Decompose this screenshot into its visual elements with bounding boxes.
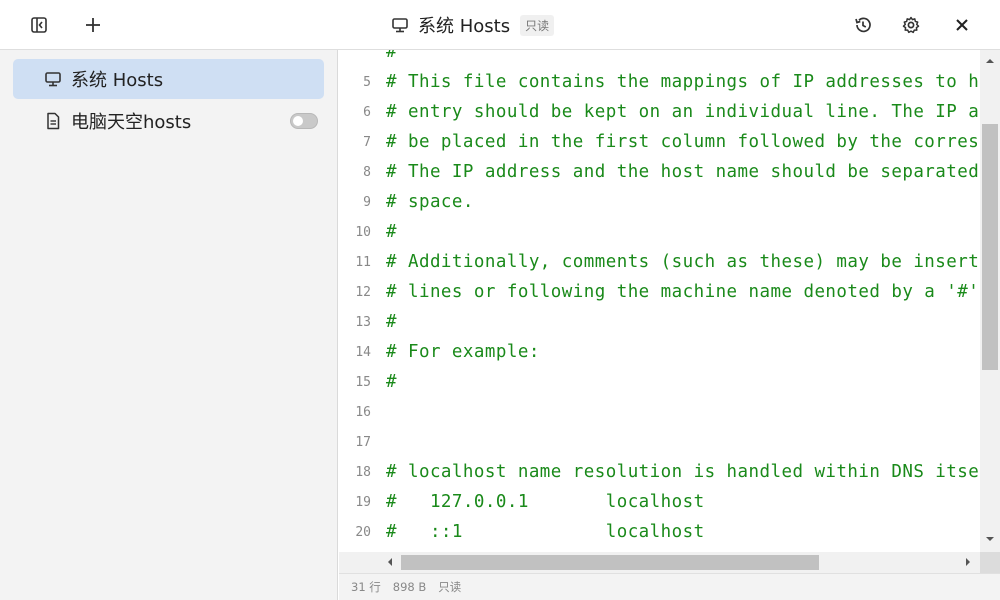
sidebar-item-pcsky-hosts[interactable]: 电脑天空hosts — [13, 101, 324, 141]
line-number: 14 — [355, 344, 371, 360]
sidebar-toggle-button[interactable] — [24, 10, 54, 40]
line-code: # — [386, 372, 397, 392]
line-code: # — [386, 222, 397, 242]
editor-line[interactable]: 7 # be placed in the first column followe… — [339, 127, 979, 157]
sidebar-item-label: 电脑天空hosts — [71, 112, 192, 133]
editor-line[interactable]: 14 # For example: — [339, 337, 979, 367]
editor-line[interactable]: 19 # 127.0.0.1 localhost — [339, 487, 979, 517]
line-number: 13 — [355, 314, 371, 330]
editor-line[interactable]: 9 # space. — [339, 187, 979, 217]
scrollbar-corner — [980, 552, 1000, 573]
horizontal-scroll-thumb[interactable] — [401, 555, 819, 570]
line-number: 11 — [355, 254, 371, 270]
line-code: # — [386, 312, 397, 332]
line-code: # ::1 localhost — [386, 522, 705, 542]
settings-button[interactable] — [896, 10, 926, 40]
editor-line[interactable]: 17 — [339, 427, 979, 457]
vertical-scrollbar[interactable] — [980, 50, 1000, 552]
line-number: 9 — [363, 194, 371, 210]
top-bar: 系统 Hosts 只读 — [0, 0, 1000, 50]
close-button[interactable] — [947, 10, 977, 40]
editor-line[interactable]: 8 # The IP address and the host name shou… — [339, 157, 979, 187]
window-title: 系统 Hosts 只读 — [390, 12, 555, 38]
line-code: # This file contains the mappings of IP … — [386, 72, 979, 92]
line-number: 7 — [363, 134, 371, 150]
hosts-enable-toggle[interactable] — [290, 113, 318, 129]
editor-line[interactable]: 12 # lines or following the machine name … — [339, 277, 979, 307]
plus-icon — [84, 16, 102, 34]
toggle-knob — [293, 116, 303, 126]
editor-line[interactable]: 15 # — [339, 367, 979, 397]
add-hosts-button[interactable] — [78, 10, 108, 40]
line-count: 31 行 — [351, 580, 381, 594]
editor-line[interactable]: # — [339, 50, 979, 67]
sidebar: 系统 Hosts 电脑天空hosts — [0, 50, 338, 600]
line-number: 16 — [355, 404, 371, 420]
sidebar-toggle-icon — [30, 16, 48, 34]
editor-line[interactable]: 5 # This file contains the mappings of IP… — [339, 67, 979, 97]
line-code: # — [386, 50, 397, 62]
line-code: # Additionally, comments (such as these)… — [386, 252, 979, 272]
code-area[interactable]: #5 # This file contains the mappings of I… — [339, 50, 979, 552]
line-number: 15 — [355, 374, 371, 390]
code-editor[interactable]: #5 # This file contains the mappings of I… — [339, 50, 1000, 573]
vertical-scroll-thumb[interactable] — [982, 124, 998, 370]
line-code: # For example: — [386, 342, 540, 362]
line-code: # The IP address and the host name shoul… — [386, 162, 979, 182]
scroll-right-arrow-icon[interactable] — [963, 557, 973, 567]
line-code: # localhost name resolution is handled w… — [386, 462, 979, 482]
line-number: 18 — [355, 464, 371, 480]
edit-mode: 只读 — [438, 580, 462, 594]
monitor-icon — [41, 67, 65, 91]
page-title: 系统 Hosts — [418, 16, 511, 37]
scroll-up-arrow-icon[interactable] — [985, 56, 995, 66]
status-bar: 31 行 898 B 只读 — [339, 573, 1000, 600]
line-number: 17 — [355, 434, 371, 450]
line-code: # entry should be kept on an individual … — [386, 102, 979, 122]
scroll-down-arrow-icon[interactable] — [985, 534, 995, 544]
scroll-left-arrow-icon[interactable] — [385, 557, 395, 567]
line-number: 10 — [355, 224, 371, 240]
history-icon — [853, 15, 873, 35]
line-number: 5 — [363, 74, 371, 90]
readonly-badge: 只读 — [520, 14, 555, 36]
monitor-icon — [390, 15, 410, 35]
line-number: 8 — [363, 164, 371, 180]
editor-line[interactable]: 13 # — [339, 307, 979, 337]
close-icon — [954, 17, 970, 33]
line-number: 12 — [355, 284, 371, 300]
horizontal-scrollbar[interactable] — [339, 552, 980, 573]
document-icon — [41, 109, 65, 133]
sidebar-item-label: 系统 Hosts — [71, 70, 164, 91]
line-number: 20 — [355, 524, 371, 540]
editor-line[interactable]: 18 # localhost name resolution is handled… — [339, 457, 979, 487]
editor-line[interactable]: 11 # Additionally, comments (such as thes… — [339, 247, 979, 277]
history-button[interactable] — [848, 10, 878, 40]
line-code: # 127.0.0.1 localhost — [386, 492, 705, 512]
line-code: # be placed in the first column followed… — [386, 132, 979, 152]
editor-line[interactable]: 6 # entry should be kept on an individual… — [339, 97, 979, 127]
file-size: 898 B — [392, 580, 427, 594]
line-number: 19 — [355, 494, 371, 510]
line-code: # space. — [386, 192, 474, 212]
sidebar-item-system-hosts[interactable]: 系统 Hosts — [13, 59, 324, 99]
gear-icon — [901, 15, 921, 35]
editor-line[interactable]: 20 # ::1 localhost — [339, 517, 979, 547]
editor-line[interactable]: 16 — [339, 397, 979, 427]
line-code: # lines or following the machine name de… — [386, 282, 979, 302]
line-number: 6 — [363, 104, 371, 120]
editor-line[interactable]: 10 # — [339, 217, 979, 247]
